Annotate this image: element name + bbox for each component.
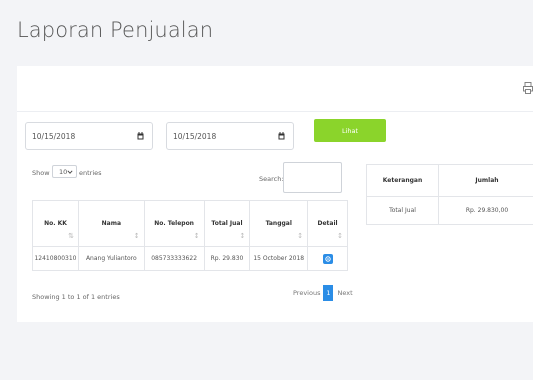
table-header-row: No. KK ⇅ Nama ↕ No. Telepon ↕ Total Jual ↕ T… xyxy=(32,200,348,247)
pagination-page-1[interactable]: 1 xyxy=(323,285,334,301)
sort-icon[interactable]: ↕ xyxy=(297,232,303,240)
column-header-total-jual[interactable]: Total Jual ↕ xyxy=(203,200,251,247)
print-icon[interactable] xyxy=(523,82,533,94)
calendar-icon[interactable] xyxy=(137,132,144,140)
column-header-nama[interactable]: Nama ↕ xyxy=(77,200,145,247)
summary-table: Keterangan Jumlah Total Jual Rp. 29.830,… xyxy=(366,164,533,225)
column-header-telepon[interactable]: No. Telepon ↕ xyxy=(143,200,205,247)
pagination-previous[interactable]: Previous xyxy=(290,289,323,297)
start-date-input[interactable]: 10/15/2018 xyxy=(25,122,153,150)
cell-nama: Anang Yuliantoro xyxy=(77,246,145,271)
cell-detail xyxy=(307,246,348,271)
detail-button[interactable] xyxy=(322,253,333,264)
entries-label: entries xyxy=(79,169,102,177)
cell-no-kk: 12410800310 xyxy=(32,246,79,271)
sort-icon[interactable]: ↕ xyxy=(239,232,245,240)
cell-tanggal: 15 October 2018 xyxy=(249,246,309,271)
report-panel: 10/15/2018 10/15/2018 Lihat Show 10 entr… xyxy=(17,66,533,322)
end-date-input[interactable]: 10/15/2018 xyxy=(166,122,294,150)
submit-button[interactable]: Lihat xyxy=(314,119,386,142)
summary-header-row: Keterangan Jumlah xyxy=(366,164,533,197)
sort-icon[interactable]: ⇅ xyxy=(68,232,74,240)
pagination-next[interactable]: Next xyxy=(333,289,356,297)
search-input[interactable] xyxy=(283,162,342,193)
sort-icon[interactable]: ↕ xyxy=(337,232,343,240)
start-date-value: 10/15/2018 xyxy=(32,132,76,141)
sales-table: No. KK ⇅ Nama ↕ No. Telepon ↕ Total Jual ↕ T… xyxy=(32,200,348,271)
summary-header-keterangan: Keterangan xyxy=(366,164,439,197)
end-date-value: 10/15/2018 xyxy=(173,132,217,141)
cell-total-jual: Rp. 29.830 xyxy=(203,246,251,271)
table-row: 12410800310 Anang Yuliantoro 08573333362… xyxy=(32,246,348,271)
sort-icon[interactable]: ↕ xyxy=(194,232,200,240)
column-header-tanggal[interactable]: Tanggal ↕ xyxy=(249,200,309,247)
summary-cell-keterangan: Total Jual xyxy=(366,196,439,225)
pagination: Previous 1 Next xyxy=(290,285,357,301)
entries-length-select[interactable]: 10 xyxy=(52,165,77,178)
chevron-down-icon xyxy=(67,170,73,174)
page-title: Laporan Penjualan xyxy=(17,18,214,42)
detail-icon xyxy=(324,255,331,262)
sort-icon[interactable]: ↕ xyxy=(134,232,140,240)
table-info: Showing 1 to 1 of 1 entries xyxy=(32,293,120,301)
cell-telepon: 085733333622 xyxy=(143,246,205,271)
summary-header-jumlah: Jumlah xyxy=(438,164,533,197)
summary-row: Total Jual Rp. 29.830,00 xyxy=(366,196,533,225)
column-header-detail[interactable]: Detail ↕ xyxy=(307,200,348,247)
show-label: Show xyxy=(32,169,50,177)
summary-cell-jumlah: Rp. 29.830,00 xyxy=(438,196,533,225)
calendar-icon[interactable] xyxy=(278,132,285,140)
panel-header xyxy=(17,66,533,112)
search-label: Search: xyxy=(259,175,284,183)
column-header-no-kk[interactable]: No. KK ⇅ xyxy=(32,200,79,247)
